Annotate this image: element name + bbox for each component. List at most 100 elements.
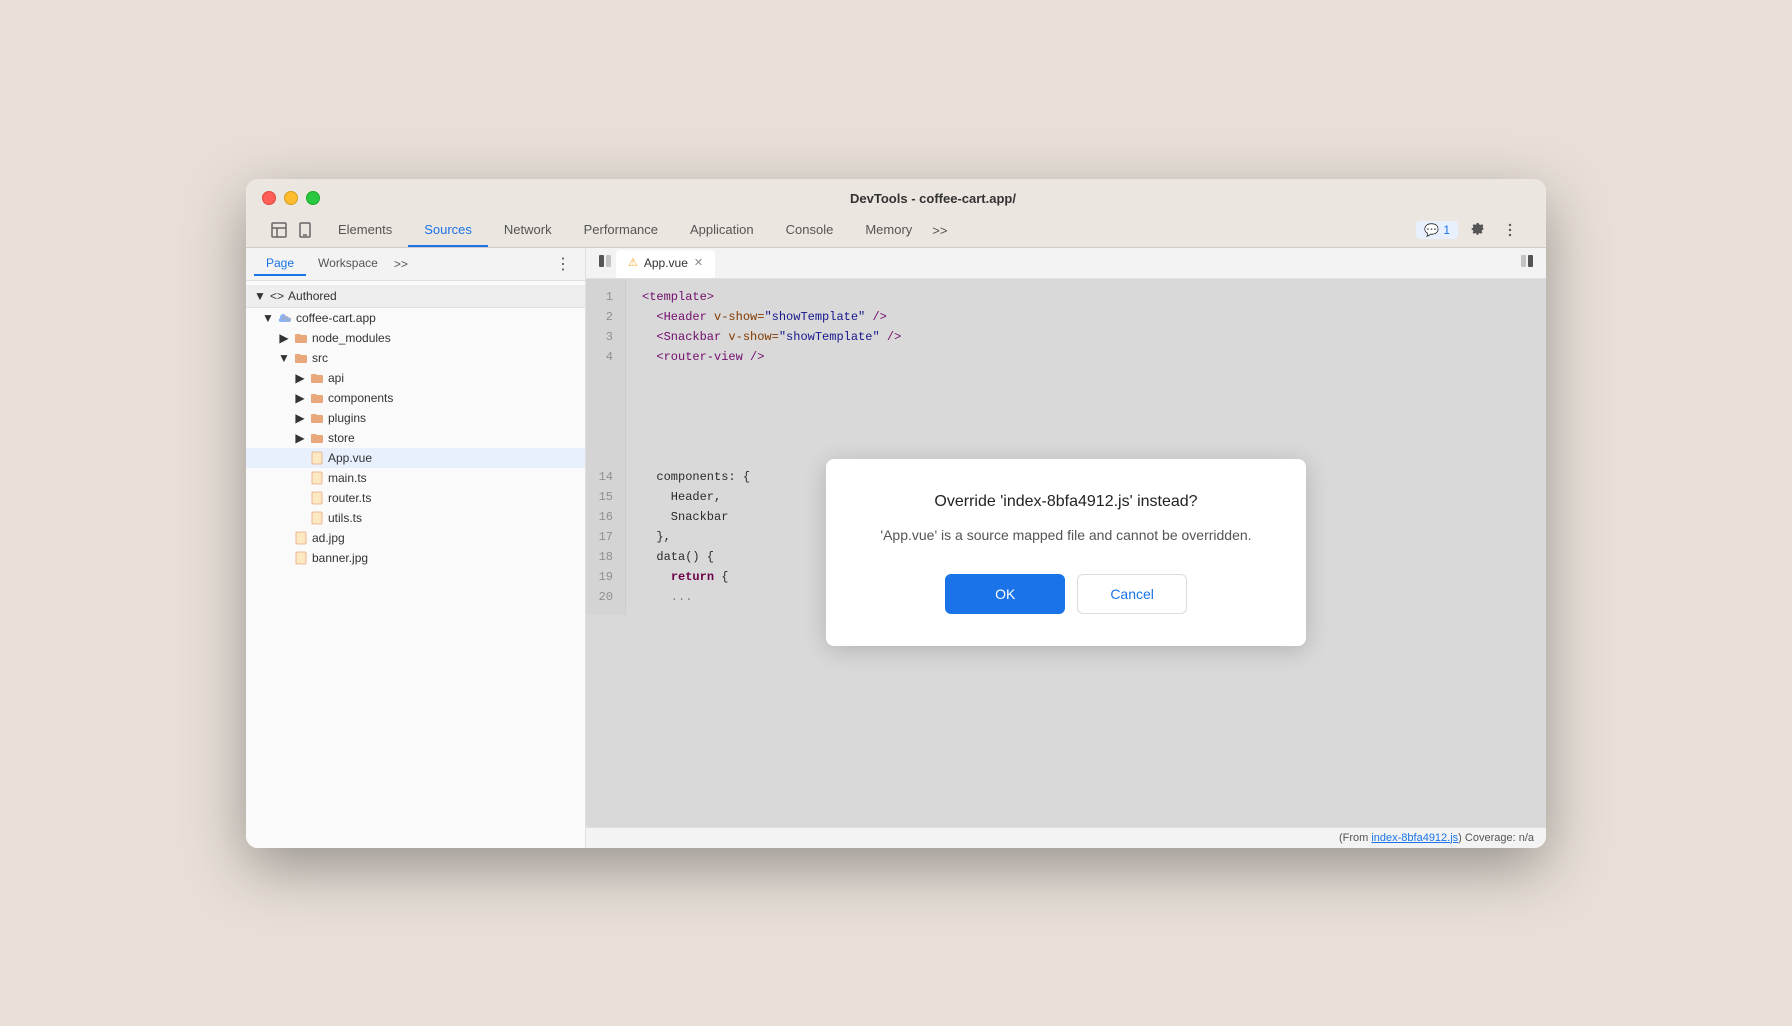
dialog-ok-button[interactable]: OK bbox=[945, 574, 1065, 614]
folder-icon-api bbox=[310, 371, 324, 385]
right-panel: ⚠ App.vue ✕ 1 2 3 bbox=[586, 248, 1546, 848]
tree-item-components[interactable]: ▶ components bbox=[246, 388, 585, 408]
main-content: Page Workspace >> ⋮ ▼ <> Authored ▼ bbox=[246, 248, 1546, 848]
tree-item-api[interactable]: ▶ api bbox=[246, 368, 585, 388]
status-bar: (From index-8bfa4912.js) Coverage: n/a bbox=[586, 827, 1546, 848]
status-text-from: (From bbox=[1339, 832, 1371, 844]
plugins-chevron-icon: ▶ bbox=[294, 412, 306, 424]
dialog-overlay: Override 'index-8bfa4912.js' instead? 'A… bbox=[586, 279, 1546, 827]
tab-application[interactable]: Application bbox=[674, 214, 770, 247]
authored-label: Authored bbox=[288, 289, 337, 303]
console-count: 1 bbox=[1443, 223, 1450, 237]
tree-item-app-vue[interactable]: ▶ App.vue bbox=[246, 448, 585, 468]
components-chevron-icon: ▶ bbox=[294, 392, 306, 404]
tab-performance[interactable]: Performance bbox=[568, 214, 674, 247]
folder-icon-node-modules bbox=[294, 331, 308, 345]
tab-console[interactable]: Console bbox=[770, 214, 850, 247]
file-tree: ▼ <> Authored ▼ coffee-cart.app ▶ bbox=[246, 281, 585, 848]
folder-icon-components bbox=[310, 391, 324, 405]
main-tab-bar: Elements Sources Network Performance App… bbox=[262, 214, 1530, 247]
tab-network[interactable]: Network bbox=[488, 214, 568, 247]
settings-button[interactable] bbox=[1466, 218, 1490, 242]
tab-elements[interactable]: Elements bbox=[322, 214, 408, 247]
devtools-window: DevTools - coffee-cart.app/ Elements Sou… bbox=[246, 179, 1546, 848]
tab-more-button[interactable]: >> bbox=[928, 215, 951, 246]
components-label: components bbox=[328, 391, 393, 405]
file-icon-banner-jpg bbox=[294, 551, 308, 565]
dialog-buttons: OK Cancel bbox=[866, 574, 1266, 614]
traffic-lights bbox=[262, 191, 320, 205]
coffee-cart-chevron-icon: ▼ bbox=[262, 312, 274, 324]
close-button[interactable] bbox=[262, 191, 276, 205]
router-ts-label: router.ts bbox=[328, 491, 371, 505]
api-label: api bbox=[328, 371, 344, 385]
node-modules-label: node_modules bbox=[312, 331, 391, 345]
code-editor-area[interactable]: 1 2 3 4 14 15 16 17 18 bbox=[586, 279, 1546, 827]
menu-button[interactable] bbox=[1498, 218, 1522, 242]
tree-item-utils-ts[interactable]: ▶ utils.ts bbox=[246, 508, 585, 528]
warning-icon: ⚠ bbox=[628, 256, 638, 269]
tab-sources[interactable]: Sources bbox=[408, 214, 488, 247]
coffee-cart-label: coffee-cart.app bbox=[296, 311, 376, 325]
banner-jpg-label: banner.jpg bbox=[312, 551, 368, 565]
tree-item-banner-jpg[interactable]: ▶ banner.jpg bbox=[246, 548, 585, 568]
api-chevron-icon: ▶ bbox=[294, 372, 306, 384]
tree-item-coffee-cart[interactable]: ▼ coffee-cart.app bbox=[246, 308, 585, 328]
window-title: DevTools - coffee-cart.app/ bbox=[336, 191, 1530, 206]
editor-right-panel-toggle[interactable] bbox=[1516, 248, 1538, 277]
editor-tab-app-vue[interactable]: ⚠ App.vue ✕ bbox=[616, 250, 715, 278]
tree-item-main-ts[interactable]: ▶ main.ts bbox=[246, 468, 585, 488]
file-icon-utils-ts bbox=[310, 511, 324, 525]
file-icon-main-ts bbox=[310, 471, 324, 485]
editor-tab-bar: ⚠ App.vue ✕ bbox=[586, 248, 1546, 279]
dialog: Override 'index-8bfa4912.js' instead? 'A… bbox=[826, 459, 1306, 646]
console-counter-badge[interactable]: 💬 1 bbox=[1416, 221, 1458, 239]
panel-tab-more[interactable]: >> bbox=[390, 253, 412, 275]
left-panel: Page Workspace >> ⋮ ▼ <> Authored ▼ bbox=[246, 248, 586, 848]
file-icon-router-ts bbox=[310, 491, 324, 505]
editor-tab-close-icon[interactable]: ✕ bbox=[694, 256, 703, 269]
title-bar: DevTools - coffee-cart.app/ Elements Sou… bbox=[246, 179, 1546, 248]
main-ts-label: main.ts bbox=[328, 471, 367, 485]
devtools-inspect-icon[interactable] bbox=[270, 221, 288, 239]
file-icon-ad-jpg bbox=[294, 531, 308, 545]
cloud-icon bbox=[278, 311, 292, 325]
tree-item-ad-jpg[interactable]: ▶ ad.jpg bbox=[246, 528, 585, 548]
tab-memory[interactable]: Memory bbox=[849, 214, 928, 247]
src-label: src bbox=[312, 351, 328, 365]
panel-tab-page[interactable]: Page bbox=[254, 252, 306, 276]
tab-bar-right: 💬 1 bbox=[1416, 218, 1522, 242]
panel-tab-workspace[interactable]: Workspace bbox=[306, 252, 390, 276]
folder-icon-plugins bbox=[310, 411, 324, 425]
utils-ts-label: utils.ts bbox=[328, 511, 362, 525]
file-icon-app-vue bbox=[310, 451, 324, 465]
devtools-device-icon[interactable] bbox=[296, 221, 314, 239]
console-icon: 💬 bbox=[1424, 223, 1439, 237]
store-chevron-icon: ▶ bbox=[294, 432, 306, 444]
ad-jpg-label: ad.jpg bbox=[312, 531, 345, 545]
editor-sidebar-toggle-button[interactable] bbox=[594, 248, 616, 277]
store-label: store bbox=[328, 431, 355, 445]
panel-tabs: Page Workspace >> ⋮ bbox=[246, 248, 585, 281]
folder-icon-src bbox=[294, 351, 308, 365]
dialog-cancel-button[interactable]: Cancel bbox=[1077, 574, 1187, 614]
tree-item-plugins[interactable]: ▶ plugins bbox=[246, 408, 585, 428]
tree-item-router-ts[interactable]: ▶ router.ts bbox=[246, 488, 585, 508]
minimize-button[interactable] bbox=[284, 191, 298, 205]
folder-icon-store bbox=[310, 431, 324, 445]
tree-section-authored: ▼ <> Authored bbox=[246, 285, 585, 308]
status-text-coverage: ) Coverage: n/a bbox=[1458, 832, 1534, 844]
panel-menu-button[interactable]: ⋮ bbox=[549, 252, 577, 276]
editor-tab-label: App.vue bbox=[644, 256, 688, 270]
maximize-button[interactable] bbox=[306, 191, 320, 205]
src-chevron-icon: ▼ bbox=[278, 352, 290, 364]
status-link[interactable]: index-8bfa4912.js bbox=[1371, 832, 1458, 844]
tree-item-src[interactable]: ▼ src bbox=[246, 348, 585, 368]
tree-item-node-modules[interactable]: ▶ node_modules bbox=[246, 328, 585, 348]
dialog-title: Override 'index-8bfa4912.js' instead? bbox=[866, 491, 1266, 513]
node-modules-chevron-icon: ▶ bbox=[278, 332, 290, 344]
plugins-label: plugins bbox=[328, 411, 366, 425]
authored-chevron-icon: ▼ bbox=[254, 290, 266, 302]
tree-item-store[interactable]: ▶ store bbox=[246, 428, 585, 448]
dialog-message: 'App.vue' is a source mapped file and ca… bbox=[866, 525, 1266, 546]
